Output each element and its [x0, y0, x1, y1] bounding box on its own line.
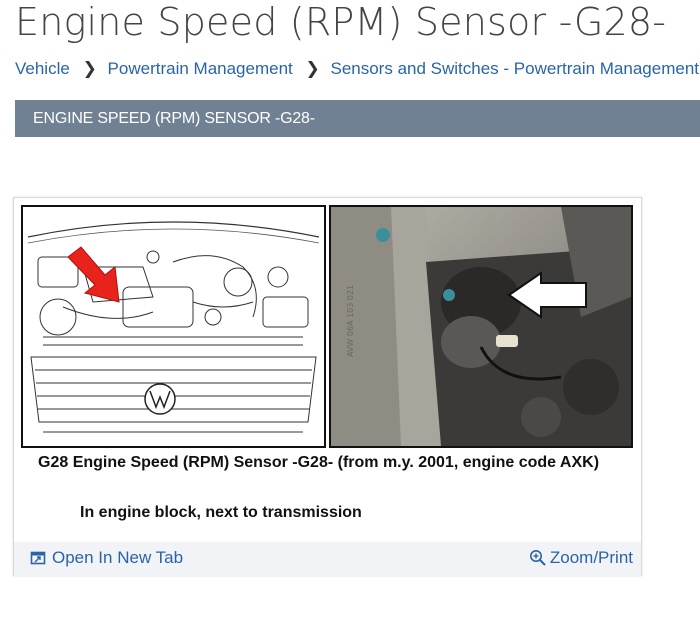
figure-footer: Open In New Tab Zoom/Print [14, 542, 641, 576]
chevron-right-icon: ❯ [82, 59, 97, 78]
figure-caption: G28 Engine Speed (RPM) Sensor -G28- (fro… [38, 454, 600, 471]
sensor-location-photo: AVW 06A 103 021 [329, 205, 633, 448]
breadcrumb-sensors-and-switches[interactable]: Sensors and Switches - Powertrain Manage… [330, 59, 699, 78]
chevron-right-icon: ❯ [305, 59, 320, 78]
svg-text:AVW 06A 103 021: AVW 06A 103 021 [346, 285, 355, 357]
zoom-print-label: Zoom/Print [549, 548, 633, 567]
open-in-new-tab-link[interactable]: Open In New Tab [30, 548, 183, 568]
figure-card: AVW 06A 103 021 G28 Engine Speed (RPM) S… [13, 197, 642, 576]
open-in-new-tab-label: Open In New Tab [52, 548, 184, 567]
figure-location-note: In engine block, next to transmission [80, 504, 362, 521]
breadcrumb: Vehicle ❯ Powertrain Management ❯ Sensor… [15, 57, 699, 81]
page-title: Engine Speed (RPM) Sensor -G28- [15, 0, 667, 44]
engine-bay-illustration [21, 205, 326, 448]
breadcrumb-vehicle[interactable]: Vehicle [15, 59, 70, 78]
open-new-tab-icon [30, 550, 46, 566]
section-header: ENGINE SPEED (RPM) SENSOR -G28- [15, 100, 700, 137]
magnifier-plus-icon [529, 549, 547, 567]
breadcrumb-powertrain-management[interactable]: Powertrain Management [108, 59, 293, 78]
zoom-print-link[interactable]: Zoom/Print [529, 548, 633, 568]
